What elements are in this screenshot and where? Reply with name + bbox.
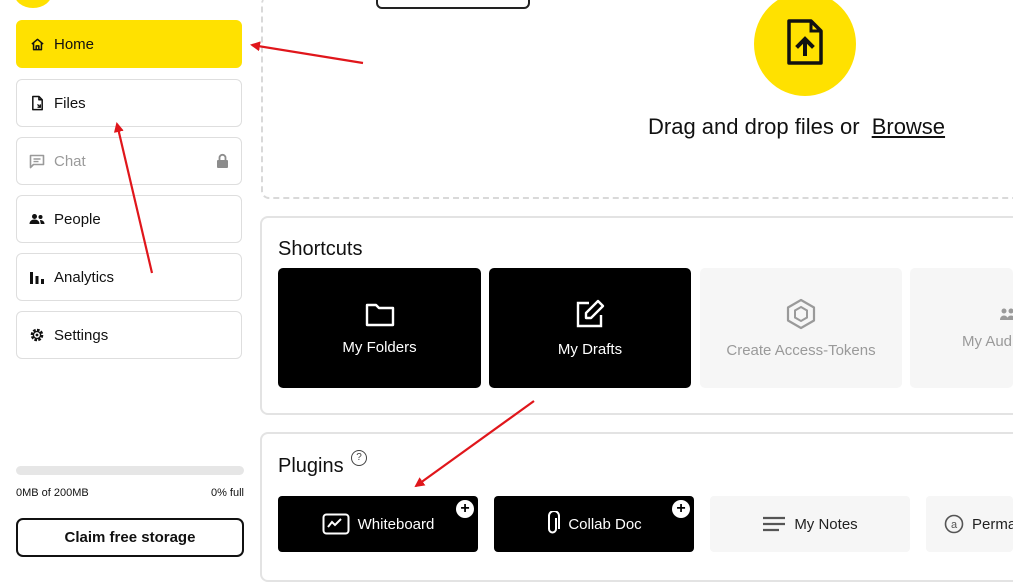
gear-icon (29, 327, 45, 343)
whiteboard-icon (322, 513, 350, 535)
upload-dropzone[interactable] (261, 0, 1013, 199)
sidebar-item-label: Files (54, 95, 86, 112)
sidebar-item-chat[interactable]: Chat (16, 137, 242, 185)
browse-link[interactable]: Browse (872, 114, 945, 139)
folder-icon (365, 301, 395, 331)
chat-icon (29, 153, 45, 169)
plugin-my-notes[interactable]: My Notes (710, 496, 910, 552)
plugin-whiteboard[interactable]: Whiteboard + (278, 496, 478, 552)
plugin-collab-doc[interactable]: Collab Doc + (494, 496, 694, 552)
at-circle-icon: a (944, 514, 964, 534)
plugin-label: Collab Doc (568, 516, 641, 533)
add-plugin-collab-doc-button[interactable]: + (672, 500, 690, 518)
sidebar-item-files[interactable]: Files (16, 79, 242, 127)
bar-chart-icon (29, 269, 45, 285)
sidebar-item-settings[interactable]: Settings (16, 311, 242, 359)
upload-instructions: Drag and drop files or Browse (648, 114, 945, 140)
shortcut-my-audience[interactable]: My Aud (910, 268, 1013, 388)
shortcut-label: Create Access-Tokens (726, 342, 875, 359)
upload-text: Drag and drop files or (648, 114, 860, 139)
shortcut-label: My Folders (342, 339, 416, 356)
add-plugin-whiteboard-button[interactable]: + (456, 500, 474, 518)
edit-icon (575, 299, 605, 333)
home-icon (29, 36, 45, 52)
app-logo[interactable] (14, 0, 52, 8)
shortcut-my-folders[interactable]: My Folders (278, 268, 481, 388)
plugins-title: Plugins (278, 455, 344, 478)
sidebar-item-label: Settings (54, 327, 108, 344)
storage-progress-bar (16, 466, 244, 475)
storage-percent-text: 0% full (211, 487, 244, 499)
plugin-perma[interactable]: a Perma (926, 496, 1013, 552)
svg-text:a: a (951, 519, 958, 531)
hexagon-icon (785, 298, 817, 334)
storage-used-text: 0MB of 200MB (16, 487, 89, 499)
shortcut-my-drafts[interactable]: My Drafts (489, 268, 691, 388)
people-icon (29, 211, 45, 227)
sidebar-item-label: Analytics (54, 269, 114, 286)
file-icon (29, 95, 45, 111)
claim-storage-button[interactable]: Claim free storage (16, 518, 244, 557)
plugin-label: Whiteboard (358, 516, 435, 533)
shortcut-label: My Drafts (558, 341, 622, 358)
audience-icon (1000, 307, 1013, 325)
lines-icon (762, 515, 786, 533)
lock-icon (216, 153, 229, 173)
sidebar-item-analytics[interactable]: Analytics (16, 253, 242, 301)
plugin-label: My Notes (794, 516, 857, 533)
help-icon[interactable]: ? (351, 450, 367, 466)
file-upload-icon (785, 18, 825, 71)
shortcuts-title: Shortcuts (278, 238, 362, 261)
sidebar-item-label: People (54, 211, 101, 228)
plugin-label: Perma (972, 516, 1013, 533)
sidebar-item-people[interactable]: People (16, 195, 242, 243)
sidebar-item-label: Chat (54, 153, 86, 170)
shortcut-create-access-tokens[interactable]: Create Access-Tokens (700, 268, 902, 388)
shortcut-label: My Aud (962, 333, 1012, 350)
sidebar-item-label: Home (54, 36, 94, 53)
paperclip-icon (546, 511, 560, 537)
sidebar-item-home[interactable]: Home (16, 20, 242, 68)
